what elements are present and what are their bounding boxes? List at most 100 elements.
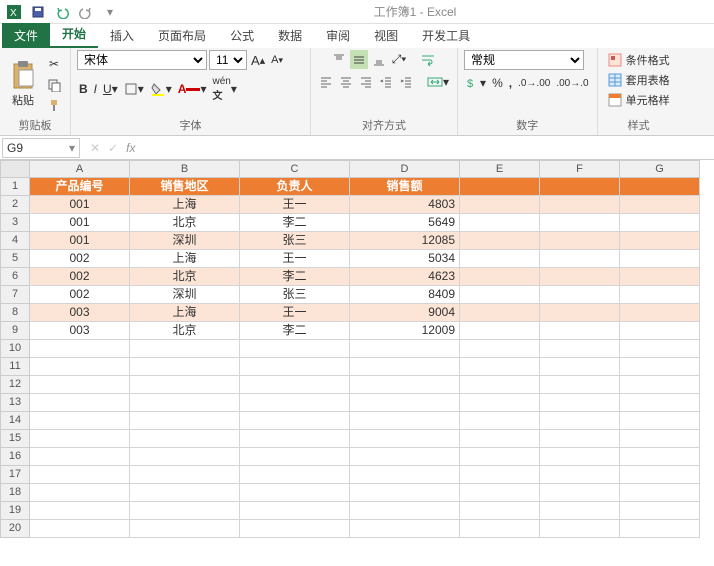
cell[interactable] xyxy=(620,412,700,430)
save-icon[interactable] xyxy=(28,2,48,22)
font-name-select[interactable]: 宋体 xyxy=(77,50,207,70)
cell[interactable] xyxy=(460,196,540,214)
cell[interactable] xyxy=(240,448,350,466)
cell[interactable] xyxy=(540,376,620,394)
cell[interactable]: 张三 xyxy=(240,232,350,250)
cell[interactable] xyxy=(460,286,540,304)
cell[interactable]: 销售额 xyxy=(350,178,460,196)
cell[interactable] xyxy=(460,520,540,538)
cell[interactable]: 001 xyxy=(30,214,130,232)
cell[interactable]: 上海 xyxy=(130,304,240,322)
cell[interactable] xyxy=(130,394,240,412)
cell[interactable] xyxy=(540,448,620,466)
row-header[interactable]: 8 xyxy=(0,304,30,322)
cell[interactable] xyxy=(30,376,130,394)
row-header[interactable]: 17 xyxy=(0,466,30,484)
cell[interactable]: 王一 xyxy=(240,250,350,268)
cell[interactable] xyxy=(350,520,460,538)
row-header[interactable]: 6 xyxy=(0,268,30,286)
cell[interactable] xyxy=(540,250,620,268)
cell[interactable]: 北京 xyxy=(130,268,240,286)
cell[interactable]: 5649 xyxy=(350,214,460,232)
undo-icon[interactable] xyxy=(52,2,72,22)
row-header[interactable]: 13 xyxy=(0,394,30,412)
col-header[interactable]: E xyxy=(460,160,540,178)
cell[interactable] xyxy=(540,394,620,412)
cell[interactable] xyxy=(620,376,700,394)
row-header[interactable]: 18 xyxy=(0,484,30,502)
cell[interactable]: 002 xyxy=(30,250,130,268)
cell[interactable] xyxy=(540,268,620,286)
cell[interactable] xyxy=(620,304,700,322)
cell[interactable] xyxy=(540,484,620,502)
tab-view[interactable]: 视图 xyxy=(362,23,410,48)
row-header[interactable]: 2 xyxy=(0,196,30,214)
col-header[interactable]: G xyxy=(620,160,700,178)
row-header[interactable]: 10 xyxy=(0,340,30,358)
cell[interactable] xyxy=(540,358,620,376)
italic-button[interactable]: I xyxy=(92,74,99,104)
cut-button[interactable]: ✂ xyxy=(44,54,64,74)
cell[interactable]: 深圳 xyxy=(130,286,240,304)
cell[interactable] xyxy=(460,268,540,286)
cell[interactable] xyxy=(460,466,540,484)
formula-input[interactable] xyxy=(143,138,714,158)
cell[interactable] xyxy=(620,196,700,214)
cell-styles-button[interactable]: 单元格样 xyxy=(604,90,674,110)
cell[interactable]: 4803 xyxy=(350,196,460,214)
cell[interactable] xyxy=(620,394,700,412)
cell[interactable]: 003 xyxy=(30,322,130,340)
cell[interactable] xyxy=(30,358,130,376)
cell[interactable]: 001 xyxy=(30,232,130,250)
cell[interactable] xyxy=(460,484,540,502)
number-format-select[interactable]: 常规 xyxy=(464,50,584,70)
align-right-button[interactable] xyxy=(357,73,375,91)
cell[interactable]: 负责人 xyxy=(240,178,350,196)
cell[interactable] xyxy=(540,322,620,340)
cell[interactable] xyxy=(540,286,620,304)
cell[interactable] xyxy=(620,430,700,448)
cell[interactable] xyxy=(460,340,540,358)
cell[interactable] xyxy=(240,340,350,358)
decrease-indent-button[interactable] xyxy=(377,73,395,91)
cell[interactable] xyxy=(540,430,620,448)
cell[interactable] xyxy=(240,376,350,394)
row-header[interactable]: 1 xyxy=(0,178,30,196)
align-middle-button[interactable] xyxy=(350,50,368,69)
tab-file[interactable]: 文件 xyxy=(2,23,50,48)
cell[interactable] xyxy=(240,520,350,538)
currency-button[interactable]: $▾ xyxy=(464,74,488,92)
excel-icon[interactable]: X xyxy=(4,2,24,22)
cell[interactable] xyxy=(540,412,620,430)
cell[interactable] xyxy=(130,466,240,484)
decrease-decimal-button[interactable]: .00→.0 xyxy=(554,74,590,92)
cell[interactable] xyxy=(350,484,460,502)
row-header[interactable]: 7 xyxy=(0,286,30,304)
cell[interactable]: 销售地区 xyxy=(130,178,240,196)
row-header[interactable]: 20 xyxy=(0,520,30,538)
format-table-button[interactable]: 套用表格 xyxy=(604,70,674,90)
cell[interactable] xyxy=(620,268,700,286)
row-header[interactable]: 15 xyxy=(0,430,30,448)
cell[interactable] xyxy=(620,340,700,358)
tab-layout[interactable]: 页面布局 xyxy=(146,23,218,48)
cell[interactable] xyxy=(460,412,540,430)
cell[interactable] xyxy=(240,466,350,484)
cell[interactable] xyxy=(460,430,540,448)
fill-color-button[interactable]: ▾ xyxy=(148,74,174,104)
cell[interactable] xyxy=(240,484,350,502)
cell[interactable]: 9004 xyxy=(350,304,460,322)
cell[interactable] xyxy=(620,520,700,538)
cell[interactable] xyxy=(350,358,460,376)
cell[interactable]: 002 xyxy=(30,268,130,286)
cell[interactable] xyxy=(130,412,240,430)
cell[interactable] xyxy=(540,304,620,322)
row-header[interactable]: 3 xyxy=(0,214,30,232)
cell[interactable] xyxy=(540,214,620,232)
tab-formula[interactable]: 公式 xyxy=(218,23,266,48)
cell[interactable] xyxy=(130,484,240,502)
col-header[interactable]: F xyxy=(540,160,620,178)
cell[interactable] xyxy=(30,502,130,520)
redo-icon[interactable] xyxy=(76,2,96,22)
cell[interactable] xyxy=(240,430,350,448)
